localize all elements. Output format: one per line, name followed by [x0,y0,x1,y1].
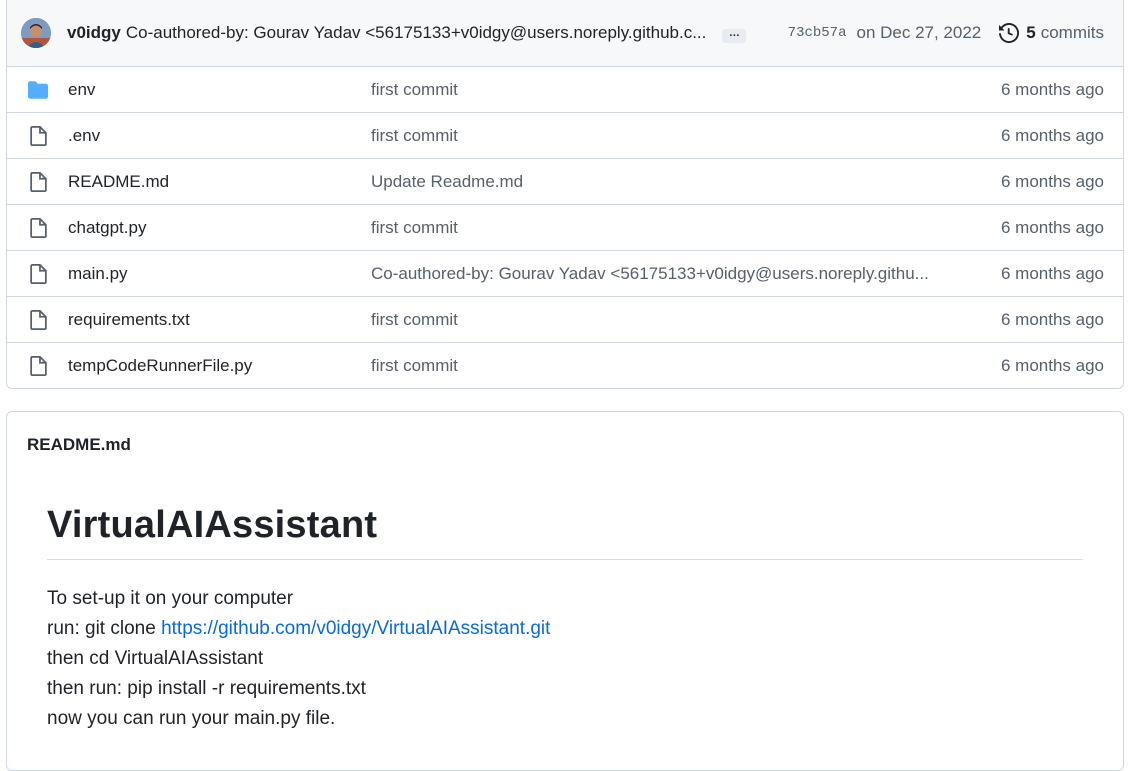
file-row[interactable]: README.md Update Readme.md 6 months ago [7,159,1123,205]
history-icon [999,23,1020,43]
readme-header: README.md [7,412,1123,478]
file-name-link[interactable]: env [68,80,371,100]
file-commit-message[interactable]: first commit [371,310,1001,330]
readme-title: VirtualAIAssistant [47,504,1083,560]
commit-message-link[interactable]: Co-authored-by: Gourav Yadav <56175133+v… [126,23,707,43]
file-commit-message[interactable]: first commit [371,356,1001,376]
file-commit-message[interactable]: first commit [371,126,1001,146]
readme-line: then run: pip install -r requirements.tx… [47,678,366,699]
file-icon [27,309,49,331]
file-commit-message[interactable]: Co-authored-by: Gourav Yadav <56175133+v… [371,264,1001,284]
file-row[interactable]: env first commit 6 months ago [7,67,1123,113]
readme-body: VirtualAIAssistant To set-up it on your … [7,478,1123,734]
file-name-link[interactable]: tempCodeRunnerFile.py [68,356,371,376]
commits-count: 5 [1026,23,1036,42]
file-list: env first commit 6 months ago .env first… [7,67,1123,389]
file-icon [27,217,49,239]
file-commit-age: 6 months ago [1000,263,1104,283]
file-commit-age: 6 months ago [1000,356,1104,375]
readme-filename-link[interactable]: README.md [27,435,131,455]
file-commit-age: 6 months ago [1000,125,1104,145]
file-icon [27,125,49,147]
expand-commit-message-button[interactable]: … [722,28,747,43]
readme-line: then cd VirtualAIAssistant [47,648,264,669]
avatar[interactable] [21,18,51,48]
folder-icon [27,79,49,101]
readme-panel: README.md VirtualAIAssistant To set-up i… [6,411,1124,771]
readme-line: now you can run your main.py file. [47,708,336,729]
file-row[interactable]: chatgpt.py first commit 6 months ago [7,205,1123,251]
file-name-link[interactable]: chatgpt.py [68,218,371,238]
commits-history-link[interactable]: 5 commits [999,23,1104,43]
commit-sha-link[interactable]: 73cb57a [788,25,847,41]
file-row[interactable]: main.py Co-authored-by: Gourav Yadav <56… [7,251,1123,297]
file-commit-message[interactable]: first commit [371,80,1001,100]
commit-author-link[interactable]: v0idgy [67,23,121,43]
commit-date: on Dec 27, 2022 [856,23,982,42]
file-commit-age: 6 months ago [1000,217,1104,237]
latest-commit-bar: v0idgy Co-authored-by: Gourav Yadav <561… [7,0,1123,67]
file-icon [27,263,49,285]
readme-line-prefix: run: git clone [47,618,162,639]
file-icon [27,355,49,377]
file-browser: v0idgy Co-authored-by: Gourav Yadav <561… [6,0,1124,389]
file-icon [27,171,49,193]
file-row[interactable]: tempCodeRunnerFile.py first commit 6 mon… [7,343,1123,389]
file-commit-age: 6 months ago [1000,79,1104,99]
repo-clone-link[interactable]: https://github.com/v0idgy/VirtualAIAssis… [161,618,550,639]
commits-label: commits [1040,23,1104,42]
file-commit-age: 6 months ago [1000,309,1104,329]
file-name-link[interactable]: README.md [68,172,371,192]
file-name-link[interactable]: .env [68,126,371,146]
file-commit-age: 6 months ago [1000,171,1104,191]
readme-content: To set-up it on your computer run: git c… [47,584,1083,734]
file-commit-message[interactable]: Update Readme.md [371,172,1001,192]
readme-line: To set-up it on your computer [47,588,294,609]
file-row[interactable]: requirements.txt first commit 6 months a… [7,297,1123,343]
readme-line: run: git clone https://github.com/v0idgy… [47,614,1083,644]
file-row[interactable]: .env first commit 6 months ago [7,113,1123,159]
file-name-link[interactable]: requirements.txt [68,310,371,330]
file-name-link[interactable]: main.py [68,264,371,284]
file-commit-message[interactable]: first commit [371,218,1001,238]
